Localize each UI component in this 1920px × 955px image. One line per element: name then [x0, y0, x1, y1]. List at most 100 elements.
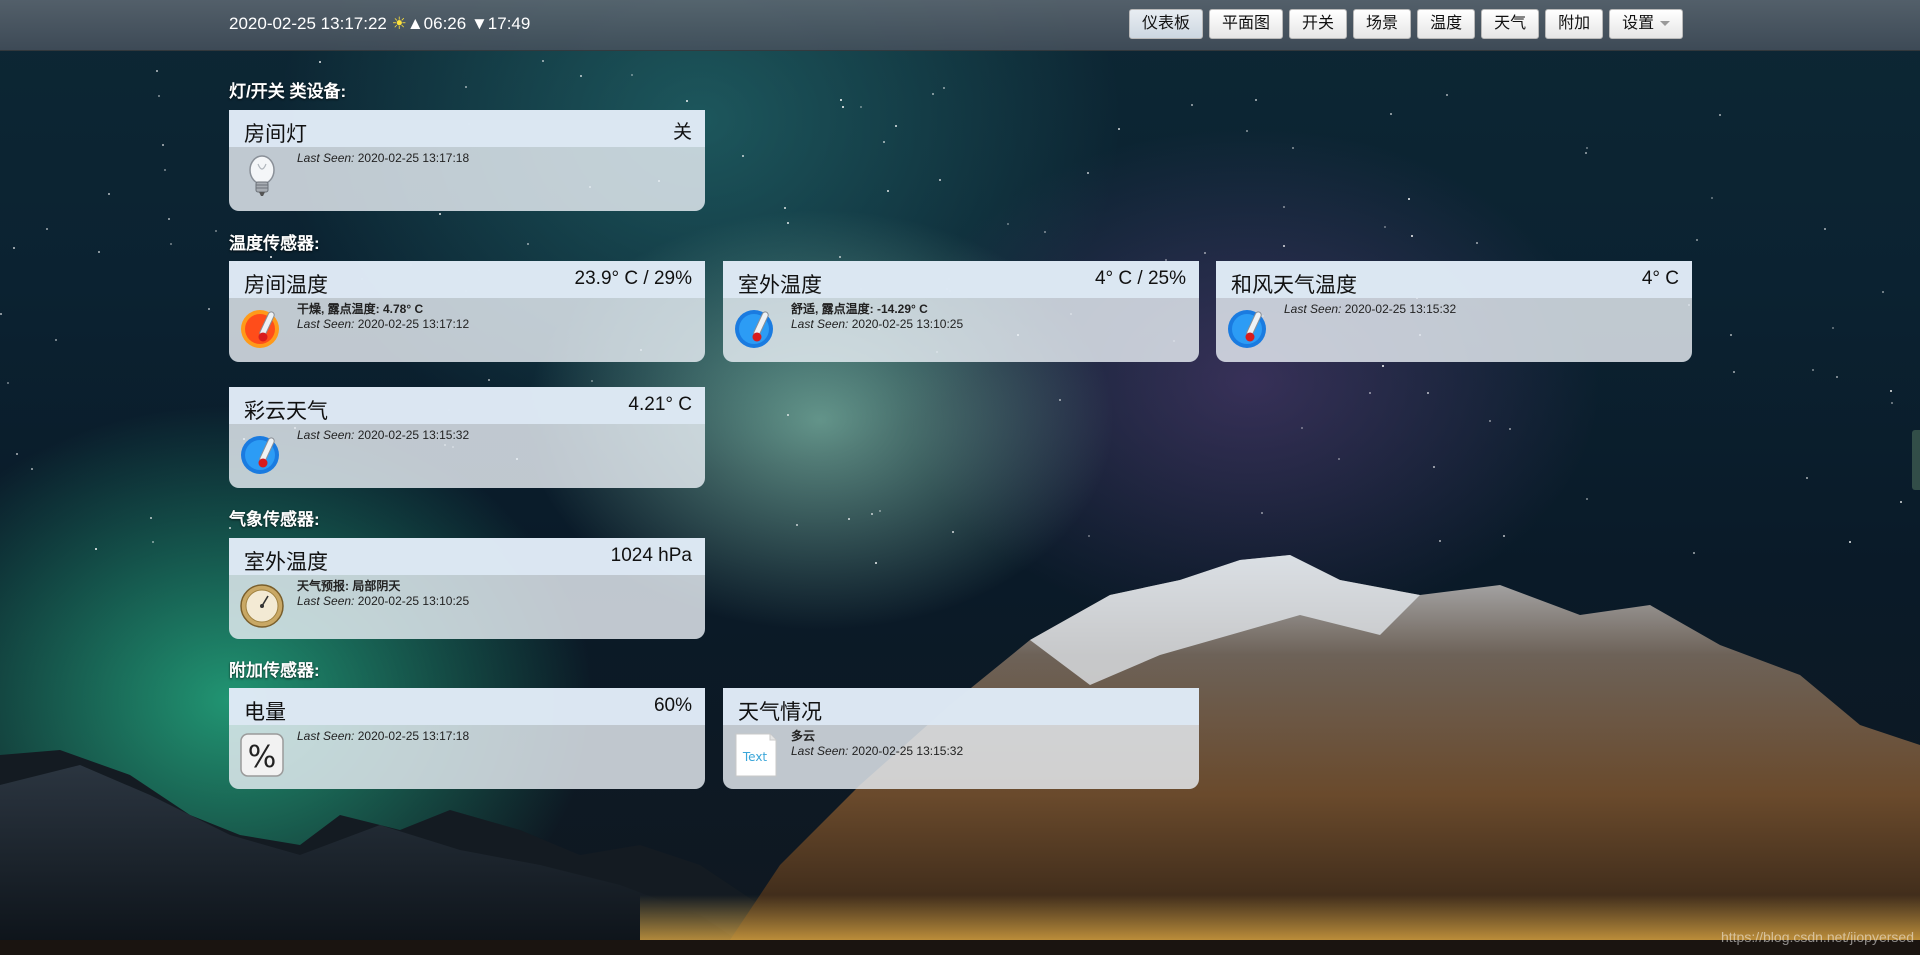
star: [1890, 390, 1892, 392]
nav-settings-button[interactable]: 设置: [1609, 9, 1684, 39]
device-name: 房间灯: [244, 123, 307, 146]
last-seen-label: Last Seen:: [791, 744, 849, 758]
device-card-room-light[interactable]: 房间灯 关 Last Seen: 2020-02-25 13:17:18: [229, 110, 705, 211]
device-card-caiyun[interactable]: 彩云天气 4.21° C Last Seen: 2020-02-25 13:15…: [229, 387, 705, 488]
nav-temperature-button[interactable]: 温度: [1417, 9, 1476, 39]
thermometer-cold-icon[interactable]: [1225, 303, 1273, 353]
star: [1882, 291, 1884, 293]
card-header: 电量 60%: [229, 688, 705, 725]
star: [1384, 226, 1386, 228]
device-name: 和风天气温度: [1231, 274, 1357, 297]
thermometer-cold-icon[interactable]: [238, 429, 286, 479]
star: [168, 218, 170, 220]
card-details: 多云 Last Seen: 2020-02-25 13:15:32: [791, 729, 963, 759]
star: [31, 468, 33, 470]
last-seen-label: Last Seen:: [297, 594, 355, 608]
nav-scenes-button[interactable]: 场景: [1353, 9, 1412, 39]
device-name: 彩云天气: [244, 400, 328, 423]
nav-dashboard-button[interactable]: 仪表板: [1129, 9, 1204, 39]
star: [1044, 231, 1046, 233]
star: [860, 106, 862, 108]
device-card-outdoor-temp[interactable]: 室外温度 4° C / 25% 舒适, 露点温度: -14.29° C Last…: [723, 261, 1199, 362]
star: [887, 190, 889, 192]
star: [1476, 242, 1478, 244]
star: [784, 207, 786, 209]
star: [488, 379, 490, 381]
star: [1836, 376, 1838, 378]
device-card-hefeng-temp[interactable]: 和风天气温度 4° C Last Seen: 2020-02-25 13:15:…: [1216, 261, 1692, 362]
star: [98, 251, 100, 253]
star: [162, 144, 164, 146]
svg-text:Text: Text: [742, 750, 768, 764]
top-bar: 2020-02-25 13:17:22 ☀▲06:26 ▼17:49 仪表板 平…: [0, 0, 1920, 51]
star: [1338, 458, 1340, 460]
nav-floorplan-button[interactable]: 平面图: [1209, 9, 1284, 39]
star: [787, 414, 789, 416]
star: [158, 95, 160, 97]
star: [742, 155, 744, 157]
section-title-switches: 灯/开关 类设备:: [229, 82, 347, 101]
star: [0, 313, 2, 315]
last-seen-value: 2020-02-25 13:10:25: [851, 317, 964, 331]
star: [1191, 104, 1193, 106]
star: [208, 308, 210, 310]
device-card-room-temp[interactable]: 房间温度 23.9° C / 29% 干燥, 露点温度: 4.78° C Las…: [229, 261, 705, 362]
card-header: 房间灯 关: [229, 110, 705, 147]
star: [1255, 99, 1257, 101]
star: [7, 382, 9, 384]
device-name: 电量: [244, 701, 286, 724]
device-detail: 多云: [791, 729, 816, 743]
star: [170, 243, 172, 245]
last-seen-value: 2020-02-25 13:15:32: [357, 428, 470, 442]
device-card-outdoor-baro[interactable]: 室外温度 1024 hPa 天气预报: 局部阴天 Last Seen: 2020…: [229, 538, 705, 639]
star: [1408, 198, 1410, 200]
text-icon[interactable]: Text: [732, 730, 780, 780]
device-card-battery[interactable]: 电量 60% % Last Seen: 2020-02-25 13:17:18: [229, 688, 705, 789]
percent-icon[interactable]: %: [238, 730, 286, 780]
device-status[interactable]: 关: [673, 117, 692, 144]
star: [542, 60, 544, 62]
thermometer-cold-icon[interactable]: [732, 303, 780, 353]
star: [842, 106, 844, 108]
star: [1283, 206, 1285, 208]
device-value: 60%: [653, 695, 692, 716]
star: [1087, 172, 1089, 174]
side-scroll-handle[interactable]: [1912, 430, 1920, 490]
card-header: 室外温度 1024 hPa: [229, 538, 705, 575]
device-detail: 天气预报: 局部阴天: [297, 579, 401, 593]
section-title-temperature: 温度传感器:: [229, 234, 320, 253]
last-seen-label: Last Seen:: [297, 729, 355, 743]
star: [319, 61, 321, 63]
card-header: 彩云天气 4.21° C: [229, 387, 705, 424]
section-title-weather: 气象传感器:: [229, 510, 320, 529]
star: [1806, 477, 1808, 479]
star: [686, 100, 688, 102]
lightbulb-icon[interactable]: [238, 152, 286, 202]
last-seen-value: 2020-02-25 13:17:18: [357, 729, 470, 743]
star: [631, 74, 633, 76]
device-value: 23.9° C / 29%: [574, 268, 692, 289]
nav-switches-button[interactable]: 开关: [1289, 9, 1348, 39]
barometer-icon[interactable]: [238, 580, 286, 630]
last-seen-value: 2020-02-25 13:10:25: [357, 594, 470, 608]
star: [1007, 223, 1009, 225]
device-card-weather-text[interactable]: 天气情况 Text 多云 Last Seen: 2020-02-25 13:15…: [723, 688, 1199, 789]
star: [895, 125, 897, 127]
device-name: 天气情况: [738, 701, 822, 724]
device-detail: 干燥, 露点温度: 4.78° C: [297, 302, 424, 316]
nav-utility-button[interactable]: 附加: [1545, 9, 1604, 39]
card-details: Last Seen: 2020-02-25 13:15:32: [297, 428, 469, 443]
last-seen-value: 2020-02-25 13:17:18: [357, 151, 470, 165]
device-value: 4° C / 25%: [1094, 268, 1186, 289]
star: [46, 228, 48, 230]
device-value: 4.21° C: [628, 394, 692, 415]
thermometer-hot-icon[interactable]: [238, 303, 286, 353]
star: [1711, 197, 1713, 199]
card-header: 室外温度 4° C / 25%: [723, 261, 1199, 298]
star: [1586, 147, 1588, 149]
chevron-down-icon: [1660, 21, 1671, 27]
star: [787, 222, 789, 224]
sunset-text: ▼17:49: [470, 14, 531, 33]
nav-weather-button[interactable]: 天气: [1481, 9, 1540, 39]
star: [591, 380, 593, 382]
